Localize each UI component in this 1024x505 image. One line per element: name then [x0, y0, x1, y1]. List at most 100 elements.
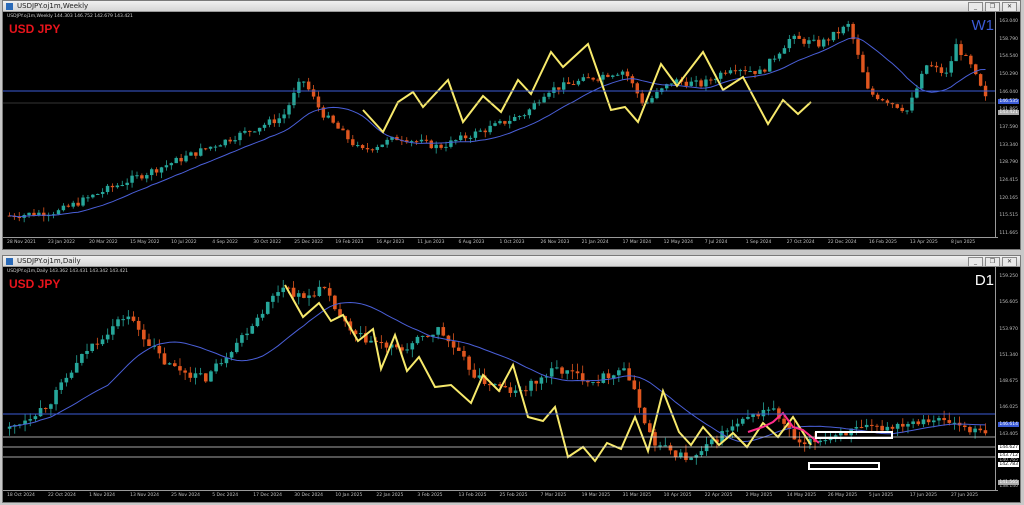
candle-body	[267, 119, 272, 125]
weekly-titlebar[interactable]: USDJPY.oj1m,Weekly _ ❐ ✕	[3, 1, 1020, 12]
daily-price-scale[interactable]: 159.250 156.605 153.970 151.340 148.675 146.0…	[995, 267, 1020, 490]
date-label: 22 Jan 2025	[376, 493, 404, 498]
candle-body	[238, 132, 242, 141]
candle-body	[926, 419, 931, 423]
candle-body	[86, 197, 90, 199]
daily-plot-area[interactable]: USDJPY.oj1m,Daily 143.362 143.431 143.34…	[3, 267, 998, 490]
candle-body	[678, 452, 683, 458]
candle-body	[821, 39, 826, 47]
weekly-chart-window[interactable]: USDJPY.oj1m,Weekly _ ❐ ✕ USDJPY.oj1m,Wee…	[2, 0, 1021, 250]
candle-body	[627, 368, 631, 381]
candle-body	[43, 408, 48, 410]
candle-body	[916, 421, 921, 425]
candle-body	[817, 39, 821, 47]
candle-body	[198, 373, 203, 375]
candle-body	[570, 370, 575, 372]
weekly-plot-area[interactable]: USDJPY.oj1m,Weekly 144.303 146.752 142.6…	[3, 12, 998, 237]
candle-body	[694, 80, 698, 82]
date-label: 27 Jun 2025	[950, 493, 979, 498]
candle-body	[797, 35, 801, 39]
daily-symbol-label: USD JPY	[9, 277, 61, 291]
candle-body	[140, 175, 144, 179]
date-label: 22 Oct 2024	[48, 493, 76, 498]
candle-body	[699, 80, 703, 87]
candle-body	[493, 123, 497, 126]
candle-body	[228, 139, 232, 142]
date-label: 27 Oct 2024	[786, 240, 815, 245]
candle-body	[534, 380, 539, 384]
candle-body	[287, 105, 291, 115]
daily-titlebar[interactable]: USDJPY.oj1m,Daily _ ❐ ✕	[3, 256, 1020, 267]
candle-body	[351, 139, 355, 146]
candle-body	[524, 390, 528, 392]
candle-body	[209, 371, 213, 382]
candle-body	[336, 122, 340, 129]
candle-body	[105, 334, 110, 340]
chart-app-icon	[6, 3, 13, 10]
daily-chart-window[interactable]: USDJPY.oj1m,Daily _ ❐ ✕ USDJPY.oj1m,Dail…	[2, 255, 1021, 503]
candle-body	[233, 140, 237, 142]
date-label: 19 Feb 2023	[335, 240, 364, 245]
price-tick: 146.025	[999, 405, 1018, 411]
candle-body	[768, 58, 772, 72]
candle-body	[725, 430, 730, 432]
candle-body	[772, 58, 777, 60]
candle-body	[973, 428, 977, 433]
candle-body	[369, 340, 373, 343]
candle-body	[617, 370, 621, 376]
candle-body	[379, 342, 384, 344]
candle-body	[317, 286, 322, 296]
candle-body	[174, 157, 178, 164]
candle-body	[673, 450, 678, 458]
candle-body	[193, 373, 198, 378]
restore-icon[interactable]: ❐	[985, 257, 1000, 267]
candle-body	[439, 144, 443, 148]
candle-body	[346, 130, 350, 140]
daily-info-line: USDJPY.oj1m,Daily 143.362 143.431 143.34…	[7, 269, 129, 274]
date-label: 5 Jun 2025	[868, 493, 894, 498]
close-icon[interactable]: ✕	[1002, 257, 1017, 267]
candle-body	[74, 362, 79, 373]
candle-body	[100, 192, 105, 194]
weekly-price-scale[interactable]: 163.040158.790154.540150.290146.040141.8…	[995, 12, 1020, 237]
candle-body	[131, 316, 136, 321]
candle-body	[777, 53, 782, 59]
candle-body	[472, 369, 477, 378]
candle-body	[854, 427, 859, 429]
candle-body	[753, 71, 757, 74]
weekly-candles-svg	[3, 20, 998, 223]
close-icon[interactable]: ✕	[1002, 2, 1017, 12]
minimize-icon[interactable]: _	[968, 2, 983, 12]
price-tick: 150.290	[999, 72, 1018, 77]
candle-body	[419, 139, 424, 142]
candle-body	[322, 286, 327, 289]
minimize-icon[interactable]: _	[968, 257, 983, 267]
candle-body	[718, 72, 723, 79]
restore-icon[interactable]: ❐	[985, 2, 1000, 12]
candle-body	[172, 363, 177, 367]
candle-body	[833, 435, 838, 437]
candle-body	[910, 97, 914, 111]
weekly-window-title: USDJPY.oj1m,Weekly	[17, 2, 89, 10]
candle-body	[911, 421, 915, 425]
candle-body	[96, 193, 100, 195]
candle-body	[823, 440, 828, 442]
candle-body	[655, 92, 659, 99]
candle-body	[900, 107, 904, 112]
date-label: 22 Dec 2024	[827, 240, 857, 245]
candle-body	[836, 31, 841, 34]
candle-body	[219, 363, 224, 365]
candle-body	[414, 141, 419, 143]
candle-body	[974, 64, 978, 75]
candle-body	[596, 381, 600, 383]
candle-body	[121, 319, 125, 321]
candle-body	[581, 77, 586, 81]
candle-body	[213, 146, 218, 148]
candle-body	[291, 287, 296, 297]
weekly-date-axis[interactable]: 28 Nov 2021 23 Jan 2022 20 Mar 2022 15 May …	[3, 237, 998, 248]
candle-body	[477, 375, 482, 378]
candle-body	[116, 319, 120, 327]
daily-date-axis[interactable]: 18 Oct 2024 22 Oct 2024 1 Nov 2024 13 Nov 2…	[3, 490, 998, 501]
candle-body	[684, 81, 689, 86]
candle-body	[252, 131, 257, 133]
